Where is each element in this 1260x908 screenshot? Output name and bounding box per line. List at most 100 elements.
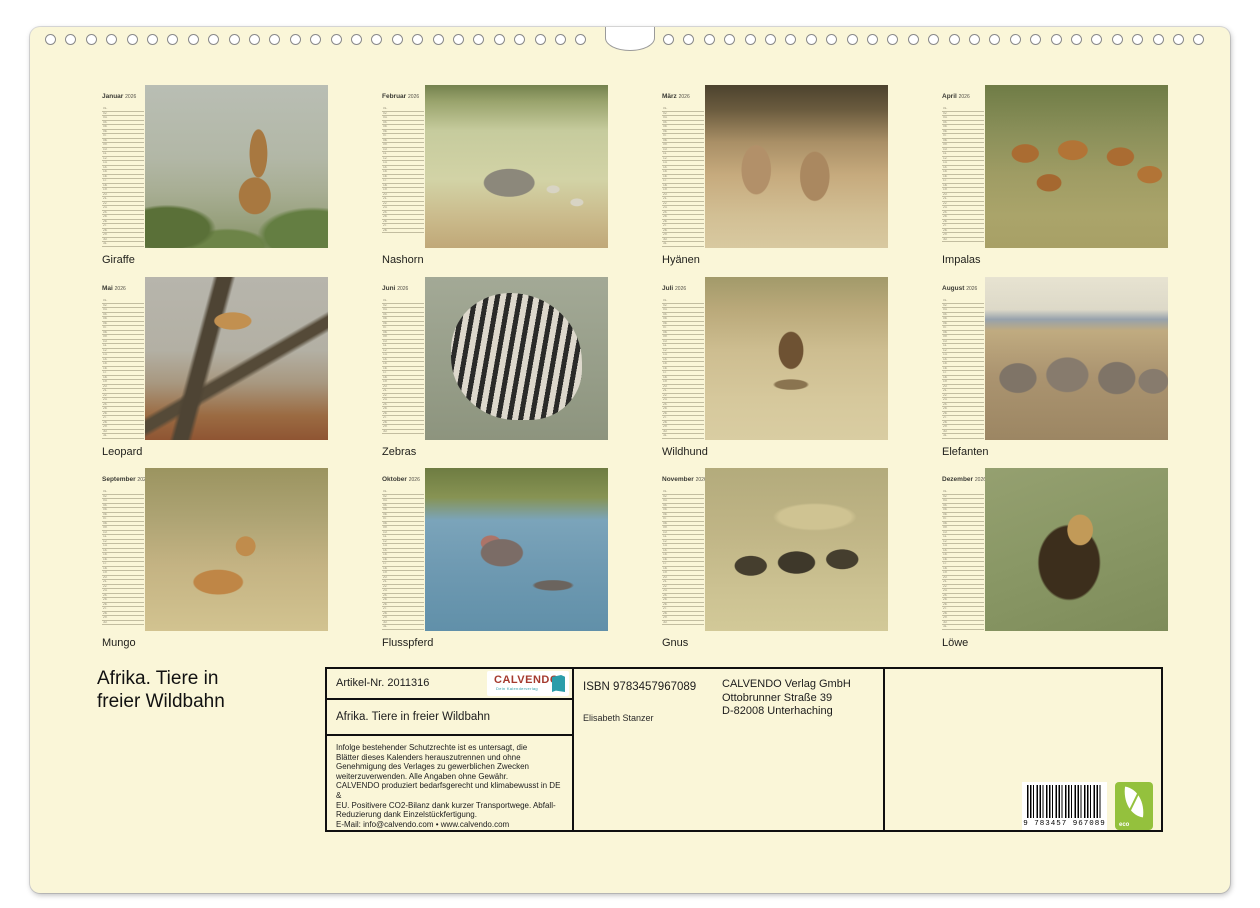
binding-hole	[785, 34, 796, 45]
day-lines: 01.02.03.04.05.06.07.08.09.10.11.12.13.1…	[942, 299, 984, 439]
binding-hole	[392, 34, 403, 45]
binding-hole	[663, 34, 674, 45]
publisher-street: Ottobrunner Straße 39	[722, 692, 851, 706]
calvendo-book-icon	[552, 675, 565, 692]
day-lines: 01.02.03.04.05.06.07.08.09.10.11.12.13.1…	[382, 490, 424, 630]
binding-hole	[167, 34, 178, 45]
animal-caption: Wildhund	[662, 446, 708, 458]
month-year: 2026	[397, 286, 408, 292]
mini-month-calendar: August 2026 01.02.03.04.05.06.07.08.09.1…	[940, 277, 984, 440]
binding-hole	[453, 34, 464, 45]
binding-hole	[908, 34, 919, 45]
binding-hole	[1112, 34, 1123, 45]
publisher-address: CALVENDO Verlag GmbH Ottobrunner Straße …	[722, 678, 851, 719]
mini-month-calendar: März 2026 01.02.03.04.05.06.07.08.09.10.…	[660, 85, 704, 248]
month-name: Februar	[382, 93, 406, 100]
binding-hole	[826, 34, 837, 45]
animal-caption: Nashorn	[382, 254, 424, 266]
photo-loewe	[985, 468, 1168, 631]
photo-elefanten	[985, 277, 1168, 440]
eco-logo: eco	[1115, 782, 1153, 830]
binding-hole	[412, 34, 423, 45]
month-year: 2026	[115, 286, 126, 292]
binding-hole	[1071, 34, 1082, 45]
animal-caption: Löwe	[942, 637, 968, 649]
photo-nashorn	[425, 85, 608, 248]
mini-month-calendar: Juni 2026 01.02.03.04.05.06.07.08.09.10.…	[380, 277, 424, 440]
barcode-bars-icon	[1027, 785, 1102, 818]
binding-hole	[188, 34, 199, 45]
binding-hole	[704, 34, 715, 45]
binding-hole	[1153, 34, 1164, 45]
animal-caption: Zebras	[382, 446, 416, 458]
binding-hole	[1030, 34, 1041, 45]
month-label: Juli 2026	[662, 285, 686, 292]
calendar-month-cell: Juni 2026 01.02.03.04.05.06.07.08.09.10.…	[380, 277, 608, 467]
mini-month-calendar: November 2026 01.02.03.04.05.06.07.08.09…	[660, 468, 704, 631]
calendar-month-cell: August 2026 01.02.03.04.05.06.07.08.09.1…	[940, 277, 1168, 467]
binding-hole	[290, 34, 301, 45]
photo-giraffe	[145, 85, 328, 248]
day-line: 31.	[662, 434, 704, 439]
month-year: 2026	[408, 94, 419, 100]
month-label: September 2026	[102, 476, 149, 483]
day-line: 30.	[662, 621, 704, 626]
calvendo-wordmark: CALVENDO	[494, 674, 559, 686]
day-lines: 01.02.03.04.05.06.07.08.09.10.11.12.13.1…	[662, 299, 704, 439]
day-line: 31.	[102, 434, 144, 439]
photo-wildhund	[705, 277, 888, 440]
binding-hole	[1051, 34, 1062, 45]
binding-hole	[575, 34, 586, 45]
day-line: 31.	[942, 625, 984, 630]
mini-month-calendar: Februar 2026 01.02.03.04.05.06.07.08.09.…	[380, 85, 424, 248]
binding-hole	[208, 34, 219, 45]
binding-hole	[473, 34, 484, 45]
binding-hole	[351, 34, 362, 45]
binding-hole	[724, 34, 735, 45]
day-lines: 01.02.03.04.05.06.07.08.09.10.11.12.13.1…	[382, 299, 424, 434]
author-name: Elisabeth Stanzer	[583, 713, 654, 723]
calendar-month-cell: Januar 2026 01.02.03.04.05.06.07.08.09.1…	[100, 85, 328, 275]
day-line: 31.	[662, 242, 704, 247]
calendar-month-cell: Oktober 2026 01.02.03.04.05.06.07.08.09.…	[380, 468, 608, 658]
day-lines: 01.02.03.04.05.06.07.08.09.10.11.12.13.1…	[662, 490, 704, 625]
day-lines: 01.02.03.04.05.06.07.08.09.10.11.12.13.1…	[102, 490, 144, 625]
binding-hole	[745, 34, 756, 45]
hanger-notch	[605, 27, 655, 51]
animal-caption: Gnus	[662, 637, 688, 649]
month-name: April	[942, 93, 957, 100]
binding-hole	[1173, 34, 1184, 45]
calendar-title: Afrika. Tiere in freier Wildbahn	[97, 667, 225, 713]
product-info-box: Artikel-Nr. 2011316 CALVENDO Dein Kalend…	[325, 667, 1163, 832]
calendar-month-cell: Februar 2026 01.02.03.04.05.06.07.08.09.…	[380, 85, 608, 275]
month-year: 2026	[966, 286, 977, 292]
animal-caption: Mungo	[102, 637, 136, 649]
calendar-month-cell: November 2026 01.02.03.04.05.06.07.08.09…	[660, 468, 888, 658]
mini-month-calendar: Mai 2026 01.02.03.04.05.06.07.08.09.10.1…	[100, 277, 144, 440]
day-line: 31.	[102, 242, 144, 247]
publisher-city: D-82008 Unterhaching	[722, 705, 851, 719]
calendar-month-cell: April 2026 01.02.03.04.05.06.07.08.09.10…	[940, 85, 1168, 275]
month-year: 2026	[125, 94, 136, 100]
binding-hole	[1193, 34, 1204, 45]
animal-caption: Hyänen	[662, 254, 700, 266]
info-column-publisher: ISBN 9783457967089 CALVENDO Verlag GmbH …	[574, 669, 885, 830]
mini-month-calendar: September 2026 01.02.03.04.05.06.07.08.0…	[100, 468, 144, 631]
day-lines: 01.02.03.04.05.06.07.08.09.10.11.12.13.1…	[102, 107, 144, 247]
month-label: Juni 2026	[382, 285, 408, 292]
day-lines: 01.02.03.04.05.06.07.08.09.10.11.12.13.1…	[102, 299, 144, 439]
mini-month-calendar: Juli 2026 01.02.03.04.05.06.07.08.09.10.…	[660, 277, 704, 440]
photo-zebras	[425, 277, 608, 440]
day-line: 31.	[942, 434, 984, 439]
photo-mungo	[145, 468, 328, 631]
binding-hole	[989, 34, 1000, 45]
photo-leopard	[145, 277, 328, 440]
month-label: April 2026	[942, 93, 970, 100]
month-label: Januar 2026	[102, 93, 136, 100]
binding-hole	[1010, 34, 1021, 45]
calendar-month-cell: September 2026 01.02.03.04.05.06.07.08.0…	[100, 468, 328, 658]
article-number: Artikel-Nr. 2011316	[336, 677, 429, 689]
month-name: Oktober	[382, 476, 407, 483]
animal-caption: Elefanten	[942, 446, 988, 458]
binding-hole	[269, 34, 280, 45]
